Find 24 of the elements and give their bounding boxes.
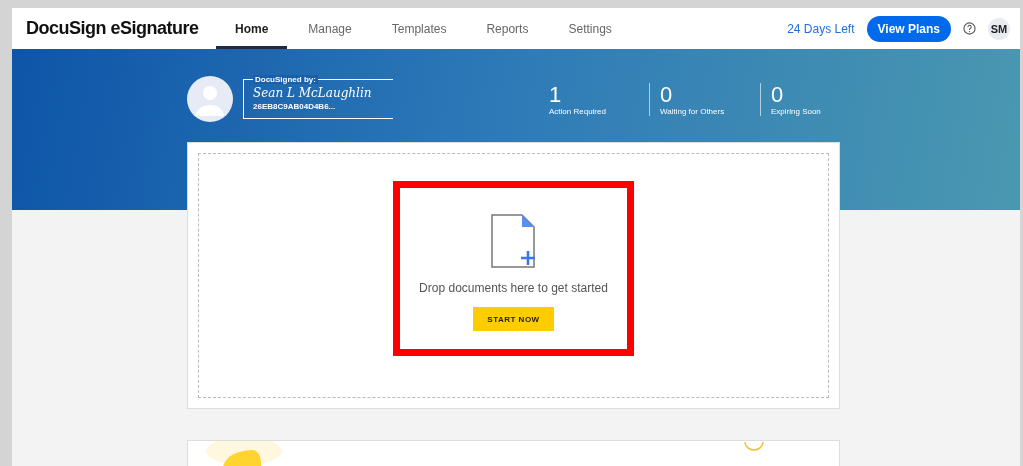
- ring-drawing: [744, 441, 764, 451]
- drop-zone[interactable]: Drop documents here to get started START NOW: [198, 153, 829, 398]
- profile-placeholder-icon: [187, 76, 233, 122]
- view-plans-button[interactable]: View Plans: [866, 15, 951, 42]
- stat-label[interactable]: Waiting for Others: [660, 106, 760, 116]
- signature-caption: DocuSigned by:: [253, 75, 318, 84]
- stat-count[interactable]: 0: [771, 82, 871, 107]
- stat-count[interactable]: 1: [549, 82, 649, 107]
- nav-tab[interactable]: Templates: [372, 8, 466, 49]
- stat-count[interactable]: 0: [660, 82, 760, 107]
- trial-days-link[interactable]: 24 Days Left: [787, 21, 855, 36]
- start-now-button[interactable]: START NOW: [473, 307, 554, 331]
- signature-name: Sean L McLaughlin: [253, 85, 372, 102]
- stat-label[interactable]: Expiring Soon: [771, 106, 871, 116]
- help-icon[interactable]: [963, 22, 976, 35]
- nav-tab[interactable]: Reports: [467, 8, 548, 49]
- signature-id: 26EB8C9AB04D4B6...: [253, 102, 337, 111]
- drop-hint: Drop documents here to get started: [419, 281, 608, 295]
- user-avatar[interactable]: SM: [988, 17, 1010, 40]
- stat-label[interactable]: Action Required: [549, 106, 649, 116]
- add-document-icon: [489, 213, 538, 271]
- nav-tab[interactable]: Settings: [549, 8, 631, 49]
- nav-tab[interactable]: Manage: [289, 8, 371, 49]
- brand-logo[interactable]: DocuSign eSignature: [26, 18, 216, 39]
